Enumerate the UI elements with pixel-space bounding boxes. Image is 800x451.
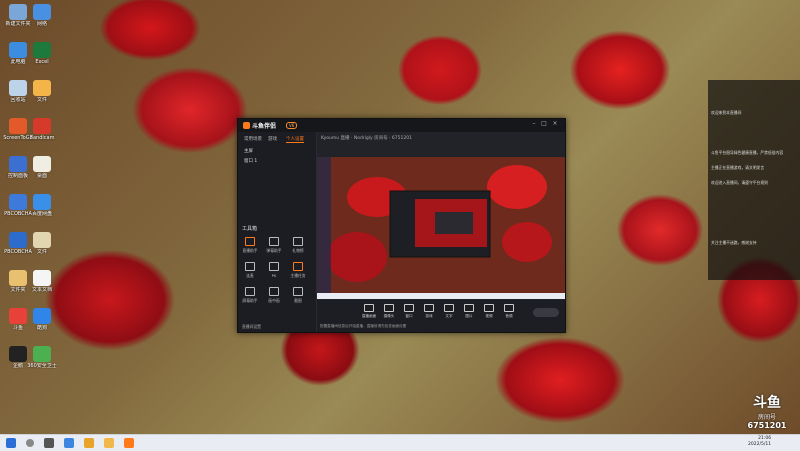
tab-common-scenes[interactable]: 常用场景 bbox=[244, 136, 262, 142]
add-audio-button[interactable]: 音频 bbox=[499, 304, 519, 319]
app-logo-icon bbox=[243, 122, 250, 129]
desktop-icon[interactable]: 酷狗 bbox=[20, 308, 64, 331]
desktop-icon-label: 文件 bbox=[36, 97, 47, 103]
tab-personal-settings[interactable]: 个人设置 bbox=[286, 136, 304, 143]
app-icon bbox=[33, 156, 51, 172]
desktop-icon-label: Excel bbox=[35, 59, 49, 65]
desktop-icon-label: 网络 bbox=[36, 21, 47, 27]
tool-tasks[interactable]: 主播任务 bbox=[289, 262, 307, 279]
app-version-badge: V6 bbox=[286, 122, 298, 129]
clock-date: 2022/5/11 bbox=[748, 442, 772, 447]
add-window-button[interactable]: 窗口 bbox=[399, 304, 419, 319]
app-icon bbox=[33, 194, 51, 210]
taskbar-app-icon[interactable] bbox=[124, 438, 134, 448]
chat-message: 斗鱼平台倡导绿色健康直播，严禁低俗内容 bbox=[711, 150, 784, 155]
toolbox-title: 工具箱 bbox=[242, 226, 258, 232]
desktop-icon-label: Bandicam bbox=[29, 135, 55, 141]
chat-message: 关注主播不迷路，感谢支持 bbox=[711, 240, 757, 245]
desktop-icon-label: 百度网盘 bbox=[31, 211, 52, 217]
tool-gift-rank[interactable]: 礼物榜 bbox=[289, 237, 307, 254]
tool-pip[interactable]: 画中画 bbox=[265, 287, 283, 304]
task-view-icon[interactable] bbox=[44, 438, 54, 448]
add-game-button[interactable]: 游戏 bbox=[419, 304, 439, 319]
chat-message: 欢迎进入直播间，请遵守平台规则 bbox=[711, 180, 768, 185]
app-icon bbox=[33, 42, 51, 58]
desktop-icon-label: 360安全卫士 bbox=[27, 363, 57, 369]
app-icon bbox=[33, 346, 51, 362]
desktop-icon[interactable]: Excel bbox=[20, 42, 64, 65]
add-screen-button[interactable]: 直播画面 bbox=[359, 304, 379, 319]
app-icon bbox=[33, 4, 51, 20]
add-text-button[interactable]: 文字 bbox=[439, 304, 459, 319]
watermark-room-id: 6751201 bbox=[747, 421, 787, 430]
tool-screenshot[interactable]: 截图 bbox=[289, 287, 307, 304]
tab-games[interactable]: 游戏 bbox=[268, 136, 277, 142]
settings-button[interactable] bbox=[533, 308, 559, 317]
desktop-icon-label: 桌面 bbox=[36, 173, 47, 179]
maximize-icon[interactable]: □ bbox=[541, 121, 547, 127]
add-camera-button[interactable]: 摄像头 bbox=[379, 304, 399, 319]
room-info-text: Kyoumu 直播 · Nodrigly 房间号 · 6751201 bbox=[321, 136, 412, 141]
search-icon[interactable] bbox=[26, 439, 34, 447]
app-left-panel: 常用场景 游戏 个人设置 主屏 窗口 1 工具箱 直播助手 弹幕助手 礼物榜 连… bbox=[238, 132, 317, 332]
preview-graphic bbox=[317, 157, 565, 299]
app-name: 斗鱼伴侣 bbox=[252, 123, 277, 130]
status-text: 配置直播间信息后开始直播，直播前请先检查画面设置 bbox=[320, 324, 407, 328]
app-right-panel: Kyoumu 直播 · Nodrigly 房间号 · 6751201 直播画面 … bbox=[317, 132, 565, 332]
app-icon bbox=[33, 232, 51, 248]
desktop-icon[interactable]: Bandicam bbox=[20, 118, 64, 141]
desktop-icon[interactable]: 百度网盘 bbox=[20, 194, 64, 217]
desktop-icon[interactable]: 文本文档 bbox=[20, 270, 64, 293]
scene-item[interactable]: 主屏 bbox=[244, 148, 253, 154]
tool-pk[interactable]: PK bbox=[265, 262, 283, 278]
desktop-icon-label: 文本文档 bbox=[31, 287, 52, 293]
taskbar-app-icon[interactable] bbox=[64, 438, 74, 448]
minimize-icon[interactable]: – bbox=[531, 121, 537, 127]
desktop-icon-label: 文件 bbox=[36, 249, 47, 255]
app-icon bbox=[33, 118, 51, 134]
desktop-icon[interactable]: 文件 bbox=[20, 232, 64, 255]
app-icon bbox=[33, 80, 51, 96]
tool-link[interactable]: 连麦 bbox=[241, 262, 259, 279]
app-icon bbox=[33, 308, 51, 324]
chat-message: 欢迎来到本直播间 bbox=[711, 110, 742, 115]
taskbar: 21:06 2022/5/11 bbox=[0, 434, 800, 451]
tool-screen[interactable]: 屏幕助手 bbox=[241, 287, 259, 304]
app-icon bbox=[33, 270, 51, 286]
watermark-brand: 斗鱼 bbox=[753, 395, 781, 411]
app-titlebar[interactable]: 斗鱼伴侣 V6 – □ × bbox=[238, 119, 565, 132]
start-icon[interactable] bbox=[6, 438, 16, 448]
close-icon[interactable]: × bbox=[552, 121, 558, 127]
desktop-icon-label: 酷狗 bbox=[36, 325, 47, 331]
scene-item[interactable]: 窗口 1 bbox=[244, 158, 257, 164]
add-image-button[interactable]: 图片 bbox=[459, 304, 479, 319]
chat-message: 主播正在直播游戏，请文明发言 bbox=[711, 165, 765, 170]
taskbar-app-icon[interactable] bbox=[84, 438, 94, 448]
room-settings-link[interactable]: 直播间设置 bbox=[242, 324, 261, 330]
taskbar-clock[interactable]: 21:06 2022/5/11 bbox=[748, 436, 771, 448]
streaming-app-window[interactable]: 斗鱼伴侣 V6 – □ × 常用场景 游戏 个人设置 主屏 窗口 1 工具箱 直… bbox=[237, 118, 566, 333]
taskbar-app-icon[interactable] bbox=[104, 438, 114, 448]
desktop-icon[interactable]: 360安全卫士 bbox=[20, 346, 64, 369]
add-video-button[interactable]: 视频 bbox=[479, 304, 499, 319]
tool-live-assistant[interactable]: 直播助手 bbox=[241, 237, 259, 254]
watermark-room-label: 房间号 bbox=[757, 414, 776, 421]
room-info-bar: Kyoumu 直播 · Nodrigly 房间号 · 6751201 bbox=[317, 132, 565, 144]
desktop-icon[interactable]: 网络 bbox=[20, 4, 64, 27]
douyu-watermark: 斗鱼 房间号 6751201 bbox=[738, 392, 796, 430]
tool-danmaku[interactable]: 弹幕助手 bbox=[265, 237, 283, 254]
chat-overlay: 欢迎来到本直播间 斗鱼平台倡导绿色健康直播，严禁低俗内容 主播正在直播游戏，请文… bbox=[708, 80, 800, 280]
live-preview[interactable] bbox=[317, 157, 565, 299]
desktop-icon[interactable]: 桌面 bbox=[20, 156, 64, 179]
desktop-icon[interactable]: 文件 bbox=[20, 80, 64, 103]
